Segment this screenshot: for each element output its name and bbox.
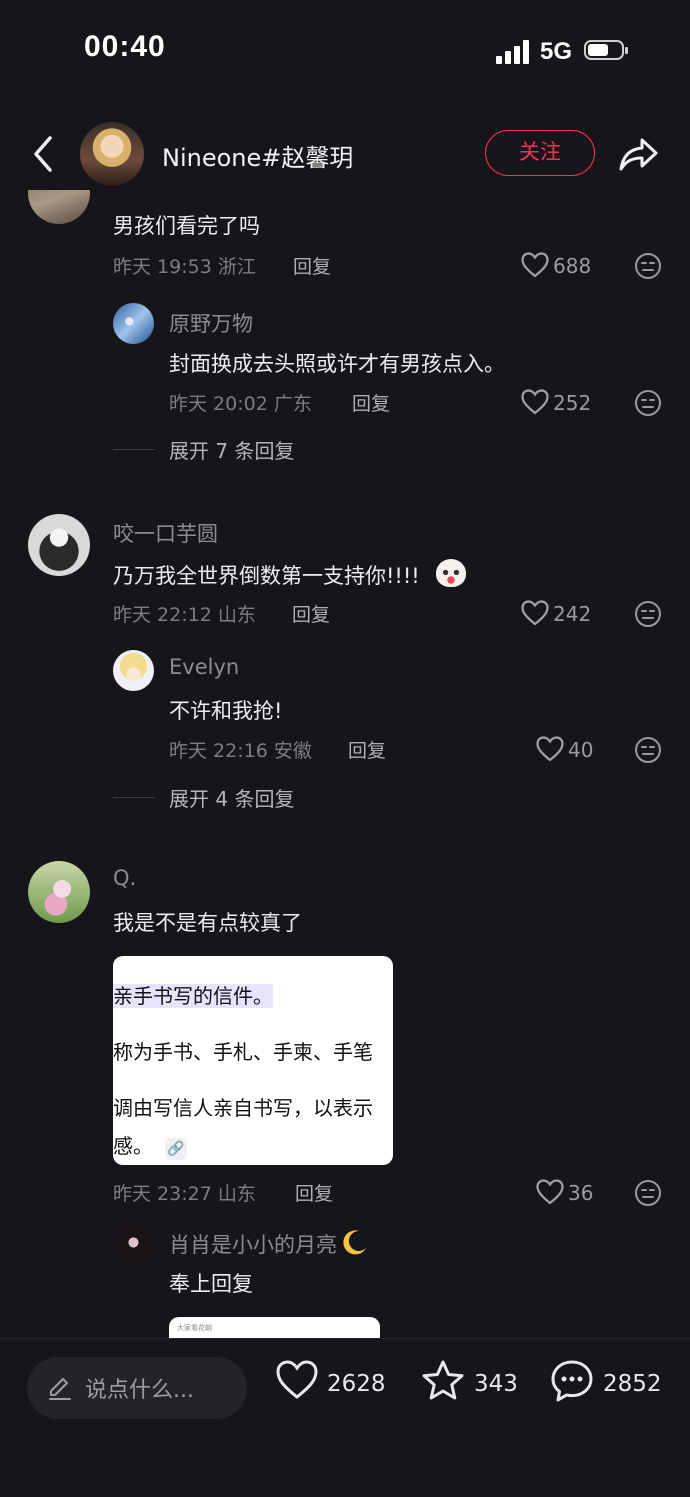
image-line: 称为手书、手札、手柬、手笔 (113, 1040, 373, 1064)
dislike-icon[interactable] (634, 389, 662, 417)
link-icon: 🔗 (165, 1138, 187, 1160)
reply-text: 不许和我抢! (169, 699, 283, 723)
like-count: 242 (553, 602, 592, 626)
expand-replies-button[interactable]: 展开 7 条回复 (169, 435, 294, 464)
pencil-icon (49, 1378, 71, 1400)
reply-username-text[interactable]: 肖肖是小小的月亮 (169, 1233, 337, 1257)
like-count: 252 (553, 391, 592, 415)
like-button[interactable]: 252 (521, 389, 591, 415)
follow-button[interactable]: 关注 (485, 130, 595, 176)
like-button[interactable]: 40 (536, 736, 593, 762)
share-icon[interactable] (618, 134, 660, 174)
like-button[interactable]: 242 (521, 600, 591, 626)
heart-icon (521, 252, 549, 278)
like-count: 40 (568, 738, 594, 762)
heart-icon (536, 736, 564, 762)
heart-icon (521, 389, 549, 415)
reply-text: 封面换成去头照或许才有男孩点入。 (169, 352, 505, 376)
comment-time: 昨天 23:27 山东 (113, 1183, 256, 1205)
like-count: 36 (568, 1181, 594, 1205)
dislike-icon[interactable] (634, 600, 662, 628)
reply-username: 肖肖是小小的月亮 (169, 1228, 369, 1259)
reply-time: 昨天 20:02 广东 (169, 393, 312, 415)
dislike-icon[interactable] (634, 736, 662, 764)
comment-avatar[interactable] (28, 190, 90, 224)
input-placeholder: 说点什么... (85, 1378, 194, 1403)
comment-time: 昨天 22:12 山东 (113, 604, 256, 626)
comment-username[interactable]: 咬一口芋圆 (113, 518, 218, 548)
comment-text: 我是不是有点较真了 (113, 911, 302, 935)
divider (113, 797, 155, 798)
image-line: 亲手书写的信件。 (113, 984, 273, 1008)
heart-icon (536, 1179, 564, 1205)
heart-icon (276, 1360, 318, 1399)
reply-button[interactable]: 回复 (352, 389, 390, 416)
comment-text: 男孩们看完了吗 (113, 214, 260, 238)
reply-username[interactable]: 原野万物 (169, 308, 253, 338)
favorite-count: 343 (474, 1371, 518, 1397)
reply-time: 昨天 22:16 安徽 (169, 740, 312, 762)
reply-image[interactable]: 大家看花朝 (169, 1317, 380, 1338)
comment-input[interactable]: 说点什么... (27, 1357, 247, 1419)
like-button[interactable]: 688 (521, 252, 591, 278)
comment-username[interactable]: Q. (113, 866, 136, 890)
crescent-moon-icon (343, 1230, 366, 1255)
reply-button[interactable]: 回复 (295, 1179, 333, 1206)
reply-avatar[interactable] (113, 303, 154, 344)
comment-avatar[interactable] (28, 514, 90, 576)
crying-cat-emoji (436, 559, 467, 587)
reply-avatar[interactable] (113, 1224, 154, 1265)
signal-icon (496, 40, 532, 64)
image-caption: 大家看花朝 (177, 1324, 212, 1332)
post-like-count: 2628 (327, 1371, 386, 1397)
network-type: 5G (540, 38, 573, 65)
expand-replies-button[interactable]: 展开 4 条回复 (169, 783, 294, 812)
heart-icon (521, 600, 549, 626)
divider (113, 449, 155, 450)
header: Nineone#赵馨玥 关注 (0, 118, 690, 190)
image-line: 感。 (113, 1134, 153, 1158)
comment-list[interactable]: 男孩们看完了吗 昨天 19:53 浙江 回复 688 原野万物 封面换成去头照或… (0, 190, 690, 1338)
author-avatar[interactable] (80, 122, 144, 186)
author-name[interactable]: Nineone#赵馨玥 (162, 138, 353, 173)
dislike-icon[interactable] (634, 1179, 662, 1207)
like-button[interactable]: 36 (536, 1179, 593, 1205)
back-icon[interactable] (30, 134, 56, 174)
like-count: 688 (553, 254, 592, 278)
reply-avatar[interactable] (113, 650, 154, 691)
bottom-bar: 说点什么... 2628 343 2852 (0, 1338, 690, 1497)
chat-bubble-icon (551, 1360, 593, 1402)
comment-time: 昨天 19:53 浙江 (113, 256, 256, 278)
status-time: 00:40 (84, 30, 166, 63)
reply-button[interactable]: 回复 (292, 600, 330, 627)
reply-username[interactable]: Evelyn (169, 655, 239, 679)
comment-text: 乃万我全世界倒数第一支持你!!!! (113, 559, 467, 590)
comment-count: 2852 (603, 1371, 662, 1397)
reply-button[interactable]: 回复 (348, 736, 386, 763)
dislike-icon[interactable] (634, 252, 662, 280)
battery-icon (584, 40, 628, 60)
reply-button[interactable]: 回复 (293, 252, 331, 279)
reply-text: 奉上回复 (169, 1272, 253, 1296)
image-line: 调由写信人亲自书写，以表示 (113, 1096, 373, 1120)
comment-avatar[interactable] (28, 861, 90, 923)
star-icon (422, 1360, 464, 1400)
comment-image[interactable]: 亲手书写的信件。 称为手书、手札、手柬、手笔 调由写信人亲自书写，以表示 感。 🔗 (113, 956, 393, 1165)
